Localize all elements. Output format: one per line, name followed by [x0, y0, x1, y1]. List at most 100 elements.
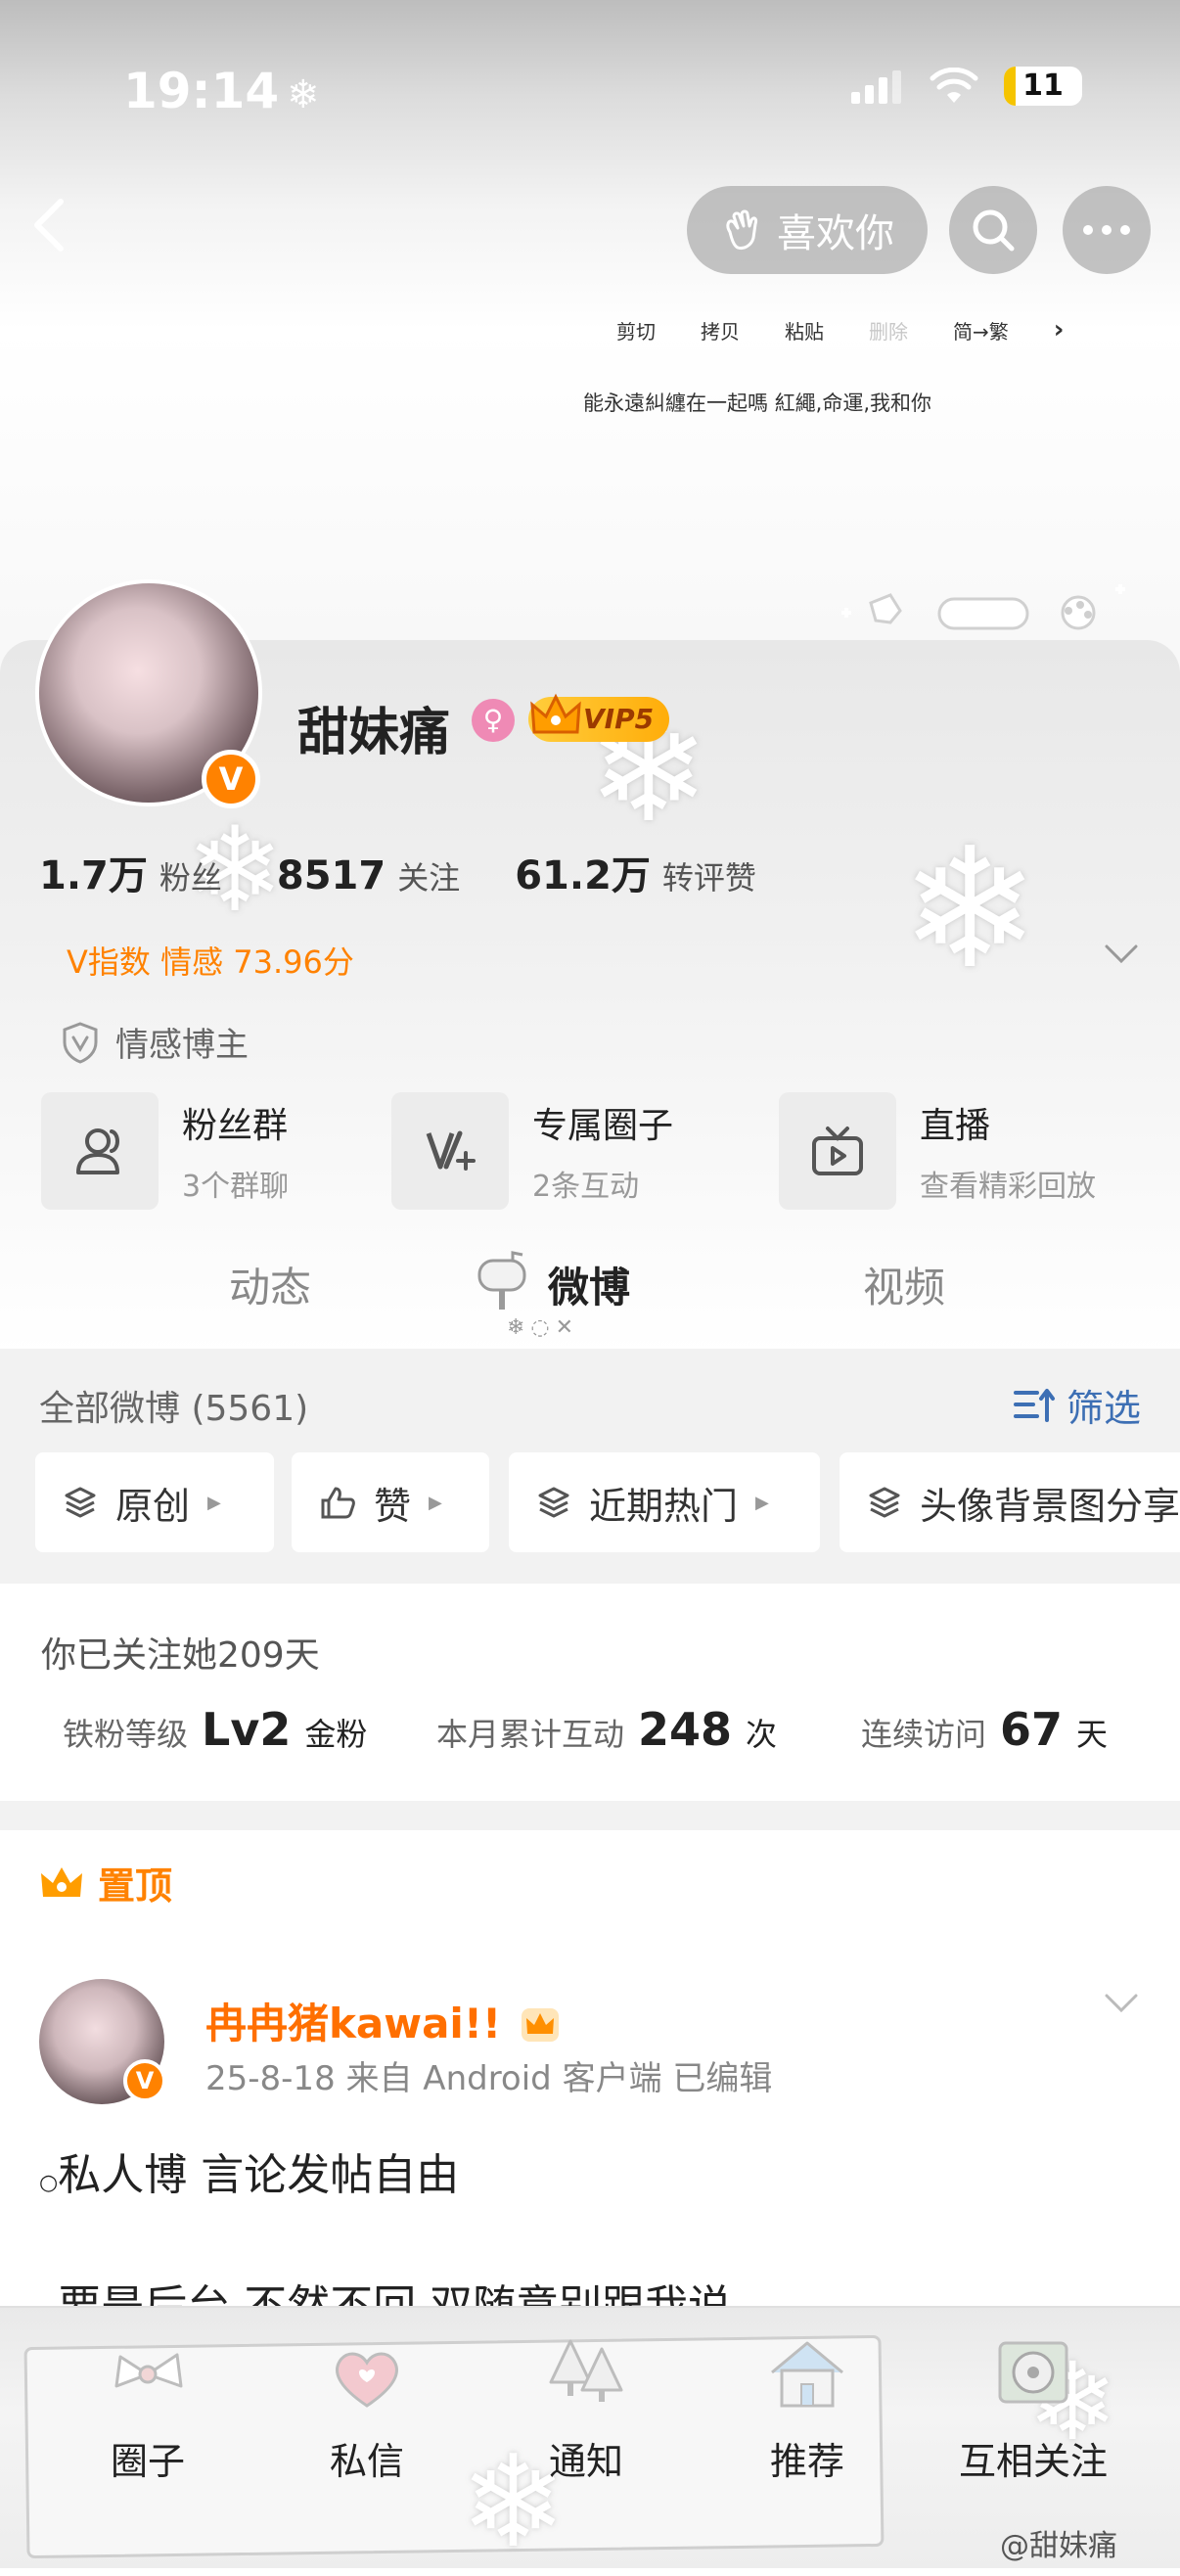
- fan-level-value: Lv2: [202, 1703, 292, 1756]
- layers-icon: [538, 1487, 569, 1518]
- pinned-text: 置顶: [98, 1864, 173, 1908]
- chip-original[interactable]: 原创 ▶: [35, 1452, 274, 1552]
- edit-paste[interactable]: 粘贴: [785, 316, 824, 345]
- heart-box-icon: [336, 2352, 398, 2408]
- caret-right-icon: ▶: [429, 1492, 442, 1513]
- chip-liked[interactable]: 赞 ▶: [292, 1452, 489, 1552]
- month-interaction-value: 248: [638, 1703, 733, 1756]
- filter-label: 筛选: [1067, 1387, 1142, 1430]
- edit-cut[interactable]: 剪切: [616, 316, 656, 345]
- chip-label: 原创: [115, 1484, 191, 1528]
- caret-right-icon: ▶: [755, 1492, 769, 1513]
- nav-mutual-follow[interactable]: 互相关注: [955, 2329, 1112, 2485]
- verified-v-badge: V: [123, 2059, 166, 2102]
- tab-activity[interactable]: 动态: [229, 1255, 311, 1314]
- like-you-label: 喜欢你: [777, 211, 894, 256]
- section-divider: [0, 1801, 1180, 1830]
- fan-group-icon: [41, 1092, 159, 1210]
- search-button[interactable]: [949, 186, 1037, 274]
- blogger-tag[interactable]: 情感博主: [61, 1018, 249, 1066]
- more-dots-icon: [1083, 225, 1130, 235]
- bow-doodle-icon: [114, 2353, 183, 2388]
- search-icon: [973, 209, 1015, 252]
- thumbs-up-icon: [321, 1487, 355, 1519]
- visit-label: 连续访问: [861, 1716, 987, 1753]
- month-interaction-label: 本月累计互动: [436, 1716, 625, 1753]
- tab-underline-decor-icon: ❄◌✕: [507, 1315, 580, 1340]
- chevron-right-icon[interactable]: ›: [1054, 315, 1065, 345]
- chevron-down-icon[interactable]: [1104, 1993, 1139, 2014]
- feature-fan-group[interactable]: 粉丝群 3个群聊: [41, 1092, 289, 1210]
- pinned-label: 置顶: [39, 1856, 172, 1909]
- nav-label: 圈子: [110, 2440, 185, 2483]
- consecutive-visits[interactable]: 连续访问 67 天: [861, 1703, 1108, 1756]
- tab-video[interactable]: 视频: [863, 1255, 945, 1314]
- nav-label: 互相关注: [958, 2440, 1108, 2483]
- stat-reposts-likes[interactable]: 61.2万 转评赞: [515, 844, 756, 900]
- feature-subtitle: 2条互动: [532, 1170, 640, 1204]
- chip-recent-hot[interactable]: 近期热门 ▶: [509, 1452, 820, 1552]
- nav-notifications[interactable]: 通知: [513, 2329, 659, 2485]
- post-author-name[interactable]: 冉冉猪kawai!!: [205, 1991, 561, 2050]
- like-you-button[interactable]: 喜欢你: [687, 186, 928, 274]
- visit-value: 67: [1000, 1703, 1064, 1756]
- record-player-icon: [998, 2341, 1068, 2404]
- feature-subtitle: 3个群聊: [182, 1170, 290, 1204]
- pine-trees-icon: [549, 2339, 623, 2402]
- nav-messages[interactable]: 私信: [294, 2329, 440, 2485]
- fan-level-unit: 金粉: [304, 1716, 368, 1753]
- feature-title: 专属圈子: [532, 1106, 674, 1146]
- shield-v-icon: [63, 1021, 98, 1064]
- wave-hand-icon: [726, 209, 757, 250]
- stat-following[interactable]: 8517 关注: [277, 853, 460, 898]
- back-arrow-icon[interactable]: [29, 196, 68, 254]
- feature-title: 粉丝群: [182, 1106, 289, 1146]
- live-tv-icon: [779, 1092, 896, 1210]
- stat-fans[interactable]: 1.7万 粉丝: [39, 844, 222, 900]
- status-time: 19:14 ❄: [123, 63, 320, 119]
- fan-level[interactable]: 铁粉等级 Lv2 金粉: [63, 1703, 367, 1756]
- battery-indicator: 11: [1004, 67, 1082, 106]
- signal-icon: [851, 70, 901, 104]
- nav-label: 通知: [548, 2440, 623, 2483]
- tab-weibo[interactable]: 微博: [548, 1255, 630, 1314]
- chip-label: 近期热门: [589, 1484, 739, 1528]
- house-icon: [771, 2341, 843, 2408]
- follow-days-text: 你已关注她209天: [41, 1635, 320, 1676]
- chip-avatar-bg-share[interactable]: 头像背景图分享: [840, 1452, 1180, 1552]
- edit-copy[interactable]: 拷贝: [701, 316, 740, 345]
- nav-label: 推荐: [769, 2440, 844, 2483]
- mailbox-icon: [477, 1251, 526, 1310]
- snowflake-decor-icon: ❄: [900, 812, 1040, 1006]
- layers-icon: [65, 1487, 96, 1518]
- layers-icon: [869, 1487, 900, 1518]
- filter-sort-icon: [1014, 1388, 1055, 1422]
- edit-delete[interactable]: 删除: [869, 316, 908, 345]
- text-edit-menu: 剪切 拷贝 粘贴 删除 简→繁 ›: [616, 315, 1064, 345]
- v-index-text[interactable]: V指数 情感 73.96分: [67, 938, 354, 983]
- status-indicators: 11: [849, 67, 1082, 106]
- crown-badge-icon: [521, 2008, 559, 2042]
- profile-name: 甜妹痛: [297, 704, 451, 762]
- watermark: @甜妹痛: [1000, 2529, 1117, 2563]
- verified-v-badge: V: [202, 750, 260, 808]
- more-button[interactable]: [1063, 186, 1151, 274]
- caret-right-icon: ▶: [207, 1492, 221, 1513]
- nav-circle[interactable]: 圈子: [74, 2329, 221, 2485]
- month-interaction[interactable]: 本月累计互动 248 次: [436, 1703, 777, 1756]
- filter-button[interactable]: 筛选: [1014, 1378, 1141, 1432]
- feature-live[interactable]: 直播 查看精彩回放: [779, 1092, 1096, 1210]
- wifi-icon: [930, 68, 978, 103]
- edit-convert[interactable]: 简→繁: [953, 316, 1009, 345]
- profile-stats: 1.7万 粉丝 8517 关注 61.2万 转评赞: [39, 844, 811, 900]
- chip-label: 头像背景图分享: [920, 1484, 1180, 1528]
- feature-exclusive-circle[interactable]: 专属圈子 2条互动: [391, 1092, 673, 1210]
- fan-level-label: 铁粉等级: [63, 1716, 189, 1753]
- month-interaction-unit: 次: [746, 1716, 778, 1753]
- nav-recommend[interactable]: 推荐: [734, 2329, 881, 2485]
- nav-label: 私信: [329, 2440, 404, 2483]
- crown-icon: [41, 1866, 82, 1897]
- post-text-line: ○私人博 言论发帖自由: [39, 2150, 460, 2200]
- chevron-down-icon[interactable]: [1104, 943, 1139, 965]
- female-gender-icon: ♀: [472, 699, 515, 742]
